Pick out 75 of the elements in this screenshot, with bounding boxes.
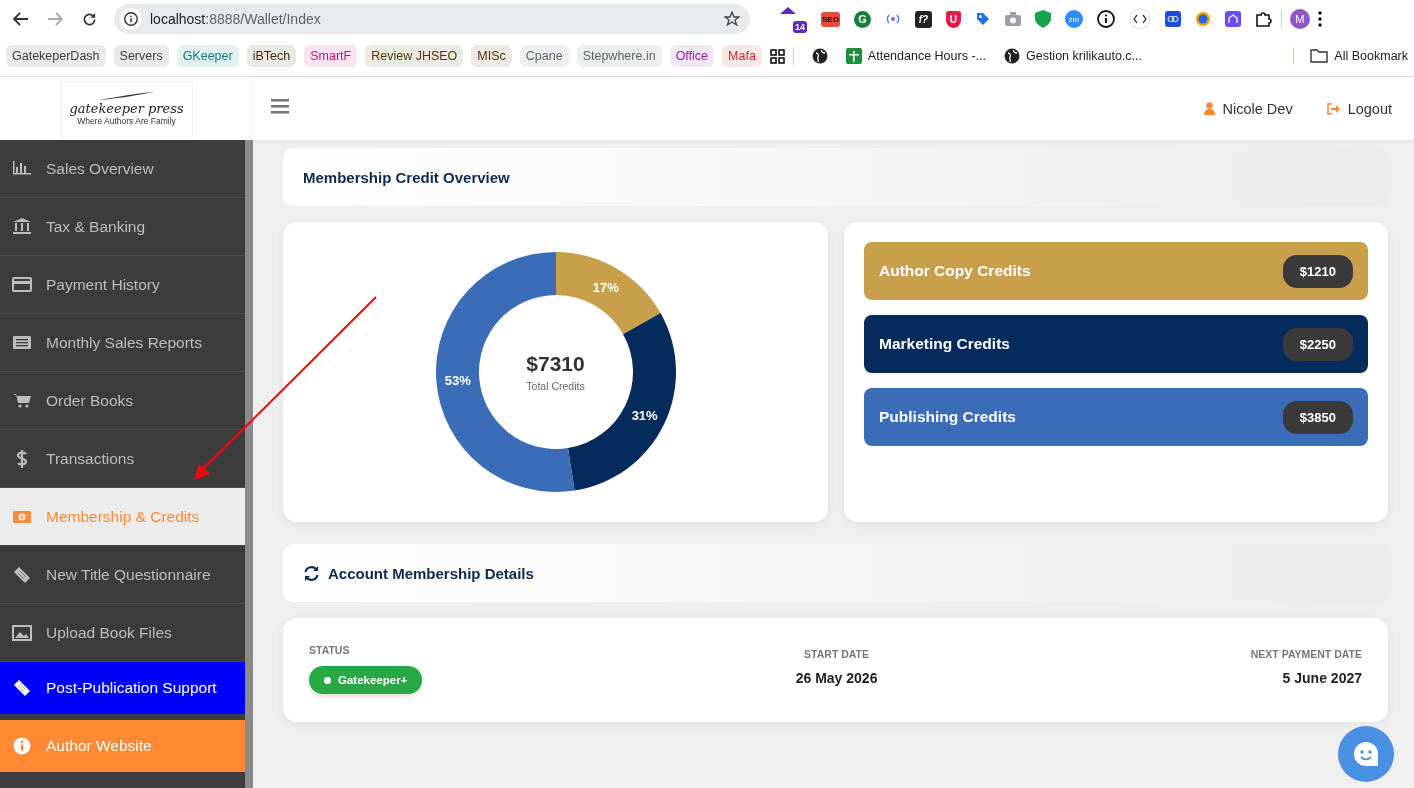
bookmark-chip[interactable]: GatekeperDash bbox=[6, 45, 106, 67]
info-icon[interactable] bbox=[124, 12, 138, 26]
section-title: Membership Credit Overview bbox=[303, 168, 510, 186]
total-value: $7310 bbox=[526, 352, 585, 376]
credit-label: Publishing Credits bbox=[879, 408, 1016, 426]
section-title: Account Membership Details bbox=[328, 564, 534, 582]
bookmark-chip[interactable]: Stepwhere.in bbox=[576, 45, 662, 67]
card-icon bbox=[12, 274, 32, 295]
slice-label: 31% bbox=[631, 407, 658, 423]
slice-label: 53% bbox=[444, 372, 471, 388]
person-icon bbox=[1203, 102, 1215, 115]
round-extension-icon[interactable]: zm bbox=[1064, 10, 1083, 28]
menu-icon[interactable] bbox=[1317, 11, 1322, 27]
bookmark-chip[interactable]: GKeeper bbox=[176, 45, 239, 67]
credit-amount: $1210 bbox=[1282, 254, 1353, 288]
user-name[interactable]: Nicole Dev bbox=[1203, 100, 1293, 117]
all-bookmarks-link[interactable]: All Bookmark bbox=[1334, 49, 1408, 63]
seo-extension-icon[interactable]: SEO bbox=[821, 11, 840, 27]
address-bar[interactable]: localhost:8888/Wallet/Index bbox=[114, 4, 750, 34]
back-icon[interactable] bbox=[13, 12, 29, 26]
credit-label: Marketing Credits bbox=[879, 335, 1010, 353]
letter-extension-icon[interactable]: f? bbox=[914, 10, 932, 28]
credit-amount: $3850 bbox=[1282, 400, 1353, 434]
field-label: STATUS bbox=[309, 644, 351, 656]
field-label: START DATE bbox=[804, 648, 870, 660]
bookmark-chip[interactable]: Mafa bbox=[722, 45, 762, 67]
field-label: NEXT PAYMENT DATE bbox=[1250, 648, 1362, 660]
profile-avatar[interactable]: M bbox=[1289, 9, 1310, 29]
bookmark-chip[interactable]: iBTech bbox=[246, 45, 297, 67]
bookmark-chip[interactable]: MISc bbox=[471, 45, 512, 67]
credit-amount: $2250 bbox=[1282, 327, 1353, 361]
reload-icon[interactable] bbox=[81, 11, 97, 27]
ticket-icon bbox=[12, 564, 32, 585]
credit-label: Author Copy Credits bbox=[879, 262, 1031, 280]
camera-icon[interactable] bbox=[1004, 12, 1021, 26]
bookmark-star-icon[interactable] bbox=[724, 11, 740, 27]
refresh-icon bbox=[303, 564, 320, 582]
gatekeeper-logo[interactable]: gatekeeper press Where Authors Are Family bbox=[60, 80, 193, 137]
shield-icon[interactable] bbox=[1034, 10, 1051, 28]
ticket-icon bbox=[12, 678, 32, 698]
bank-icon bbox=[12, 216, 32, 237]
tag-icon[interactable] bbox=[974, 11, 991, 27]
bookmark-chip[interactable]: SmartF bbox=[304, 45, 358, 67]
image-icon bbox=[12, 622, 32, 643]
gear-icon[interactable] bbox=[1194, 11, 1211, 27]
field-value: 26 May 2026 bbox=[795, 670, 878, 686]
building-icon[interactable] bbox=[1224, 11, 1241, 27]
sign-out-icon bbox=[1326, 102, 1340, 115]
link-icon[interactable] bbox=[1164, 11, 1181, 27]
globe-icon[interactable] bbox=[811, 48, 828, 64]
shield-extension-icon[interactable]: U bbox=[945, 10, 961, 28]
bookmark-link[interactable]: Attendance Hours -... bbox=[867, 49, 986, 63]
scrollbar[interactable] bbox=[245, 140, 253, 788]
info-icon[interactable] bbox=[1096, 10, 1115, 28]
spreadsheet-icon[interactable] bbox=[845, 48, 862, 64]
apps-grid-icon[interactable] bbox=[769, 48, 785, 64]
smiley-chat-icon bbox=[1352, 740, 1380, 768]
total-label: Total Credits bbox=[526, 380, 585, 392]
globe-icon[interactable] bbox=[1003, 48, 1020, 64]
status-badge: Gatekeeper+ bbox=[309, 666, 423, 694]
bookmark-chip[interactable]: Office bbox=[669, 45, 715, 67]
folder-icon[interactable] bbox=[1310, 49, 1329, 63]
bookmark-link[interactable]: Gestion krilikauto.c... bbox=[1025, 49, 1142, 63]
logout-button[interactable]: Logout bbox=[1326, 100, 1392, 117]
code-icon[interactable] bbox=[1128, 8, 1151, 30]
chat-button[interactable] bbox=[1338, 726, 1394, 782]
puzzle-icon[interactable] bbox=[1254, 10, 1273, 28]
sidebar-item[interactable]: Post-Publication Support bbox=[0, 662, 245, 714]
slice-label: 17% bbox=[592, 279, 619, 295]
bookmark-chip[interactable]: Cpane bbox=[519, 45, 569, 67]
bookmark-chip[interactable]: Servers bbox=[113, 45, 169, 67]
bookmark-chip[interactable]: Review JHSEO bbox=[365, 45, 464, 67]
field-value: 5 June 2027 bbox=[1282, 670, 1362, 686]
info-icon bbox=[12, 736, 32, 756]
letter-extension-icon[interactable]: G bbox=[853, 10, 871, 28]
